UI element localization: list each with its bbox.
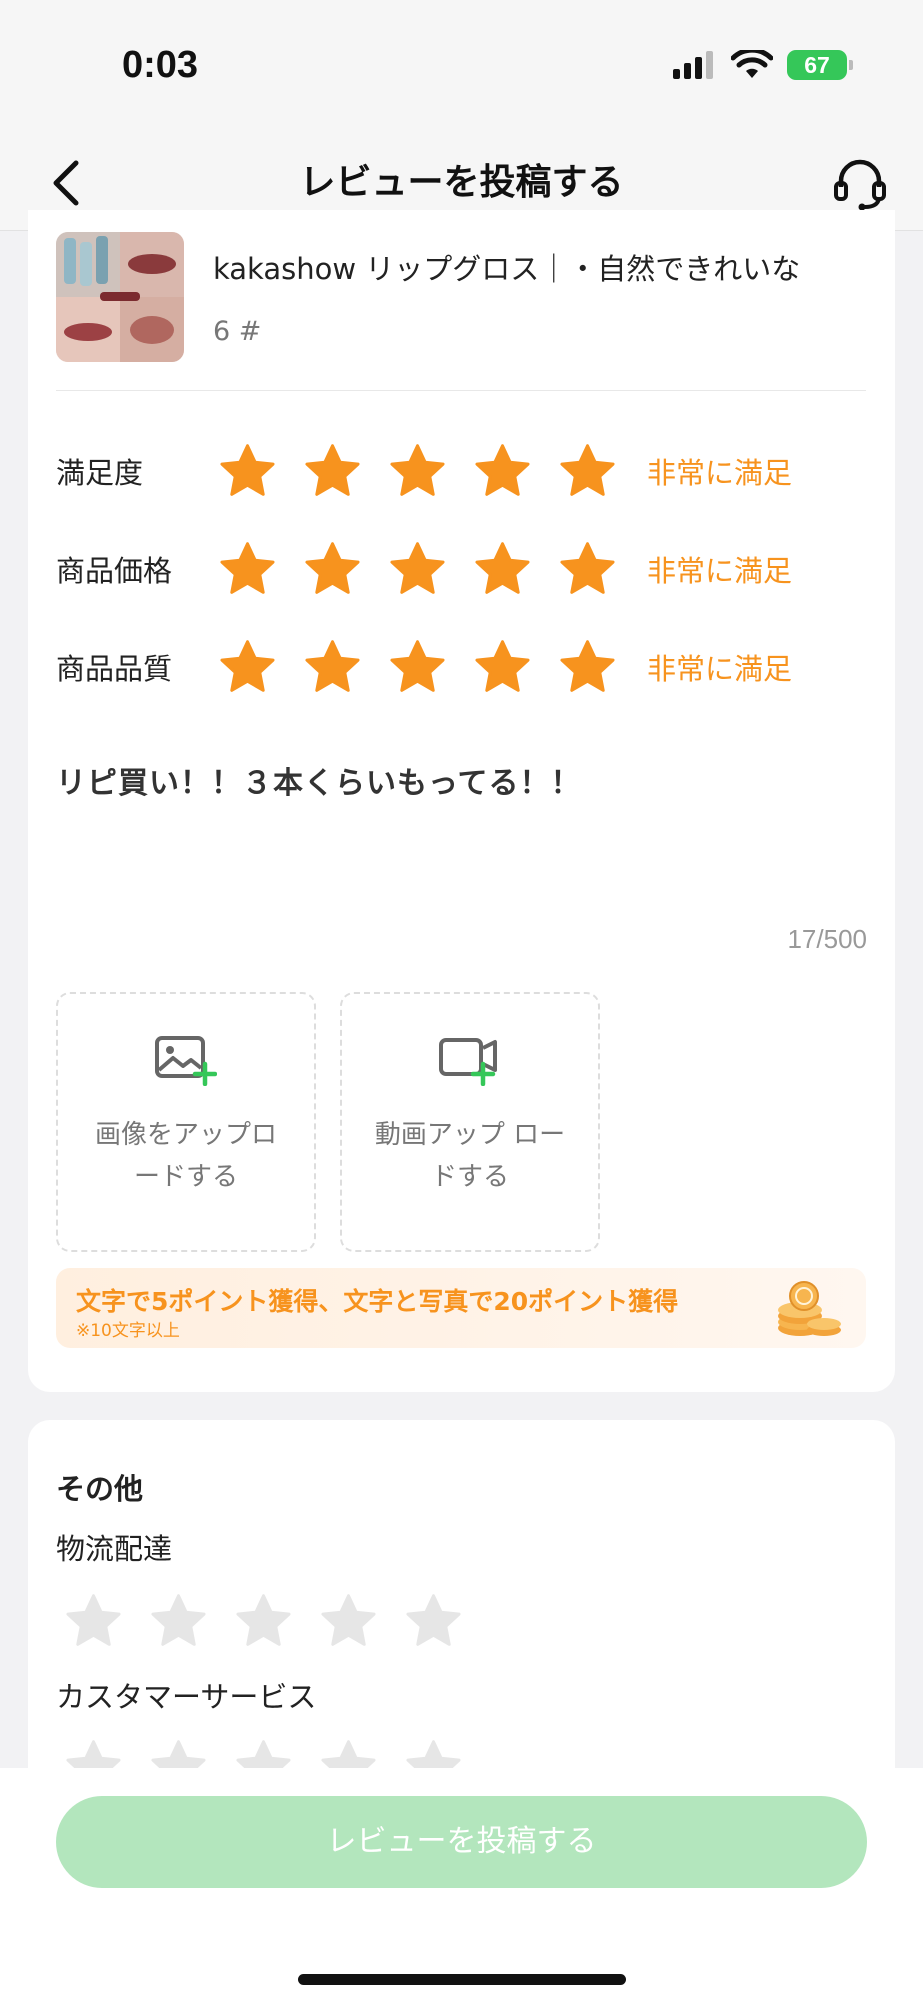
star-icon[interactable] xyxy=(388,442,447,501)
star-icon[interactable] xyxy=(64,1592,123,1651)
star-icon[interactable] xyxy=(303,540,362,599)
review-textarea[interactable]: リピ買い！！３本くらいもってる！！ xyxy=(56,758,582,802)
star-icon[interactable] xyxy=(218,638,277,697)
product-name: kakashow リップグロス｜・自然できれいな xyxy=(213,252,801,286)
home-indicator xyxy=(298,1974,626,1985)
star-icon[interactable] xyxy=(404,1592,463,1651)
star-icon[interactable] xyxy=(234,1592,293,1651)
star-icon[interactable] xyxy=(218,540,277,599)
divider xyxy=(56,390,866,391)
battery-level: 67 xyxy=(804,51,830,78)
rating-label: 商品価格 xyxy=(56,554,173,588)
rating-row-satisfaction: 満足度 非常に満足 xyxy=(56,436,856,506)
cellular-signal-icon xyxy=(673,51,713,79)
status-time: 0:03 xyxy=(122,44,199,86)
upload-video-button[interactable]: 動画アップ ロードする xyxy=(340,992,600,1252)
headset-icon[interactable] xyxy=(831,153,889,211)
rating-label: カスタマーサービス xyxy=(56,1680,317,1714)
star-icon[interactable] xyxy=(473,540,532,599)
star-icon[interactable] xyxy=(473,442,532,501)
rating-label: 商品品質 xyxy=(56,652,173,686)
add-image-icon xyxy=(155,1036,217,1086)
upload-image-label: 画像をアップロードする xyxy=(94,1120,277,1192)
character-count: 17/500 xyxy=(787,924,867,954)
rating-status: 非常に満足 xyxy=(647,456,793,490)
star-rating xyxy=(218,638,617,697)
rating-label: 物流配達 xyxy=(56,1532,173,1566)
star-rating-delivery xyxy=(64,1592,463,1651)
status-bar: 0:03 67 xyxy=(0,0,923,135)
rating-label: 満足度 xyxy=(56,456,144,490)
battery-indicator: 67 xyxy=(787,50,853,80)
star-rating xyxy=(218,540,617,599)
section-title: その他 xyxy=(56,1472,144,1506)
coins-icon xyxy=(778,1281,841,1336)
star-icon[interactable] xyxy=(319,1592,378,1651)
wifi-icon xyxy=(731,50,773,78)
star-icon[interactable] xyxy=(473,638,532,697)
upload-video-label: 動画アップ ロードする xyxy=(374,1120,566,1192)
rating-status: 非常に満足 xyxy=(647,652,793,686)
rating-status: 非常に満足 xyxy=(647,554,793,588)
rating-row-quality: 商品品質 非常に満足 xyxy=(56,632,856,702)
star-icon[interactable] xyxy=(303,638,362,697)
star-icon[interactable] xyxy=(388,638,447,697)
review-card: kakashow リップグロス｜・自然できれいな 6 # 満足度 非常に満足 商… xyxy=(28,210,895,1392)
points-main-text: 文字で5ポイント獲得、文字と写真で20ポイント獲得 xyxy=(76,1287,679,1316)
rating-row-price: 商品価格 非常に満足 xyxy=(56,534,856,604)
star-rating xyxy=(218,442,617,501)
star-icon[interactable] xyxy=(558,442,617,501)
bottom-bar: レビューを投稿する xyxy=(0,1768,923,2000)
star-icon[interactable] xyxy=(149,1592,208,1651)
star-icon[interactable] xyxy=(558,540,617,599)
points-banner: 文字で5ポイント獲得、文字と写真で20ポイント獲得 ※10文字以上 xyxy=(56,1268,866,1348)
star-icon[interactable] xyxy=(558,638,617,697)
points-sub-text: ※10文字以上 xyxy=(76,1321,180,1341)
product-thumbnail xyxy=(56,232,184,362)
star-icon[interactable] xyxy=(388,540,447,599)
star-icon[interactable] xyxy=(218,442,277,501)
upload-image-button[interactable]: 画像をアップロードする xyxy=(56,992,316,1252)
submit-review-button[interactable]: レビューを投稿する xyxy=(56,1796,867,1888)
star-icon[interactable] xyxy=(303,442,362,501)
product-variant: 6 # xyxy=(213,316,262,347)
add-video-icon xyxy=(439,1038,497,1086)
page-title: レビューを投稿する xyxy=(299,162,624,203)
status-icons: 67 xyxy=(673,50,853,80)
